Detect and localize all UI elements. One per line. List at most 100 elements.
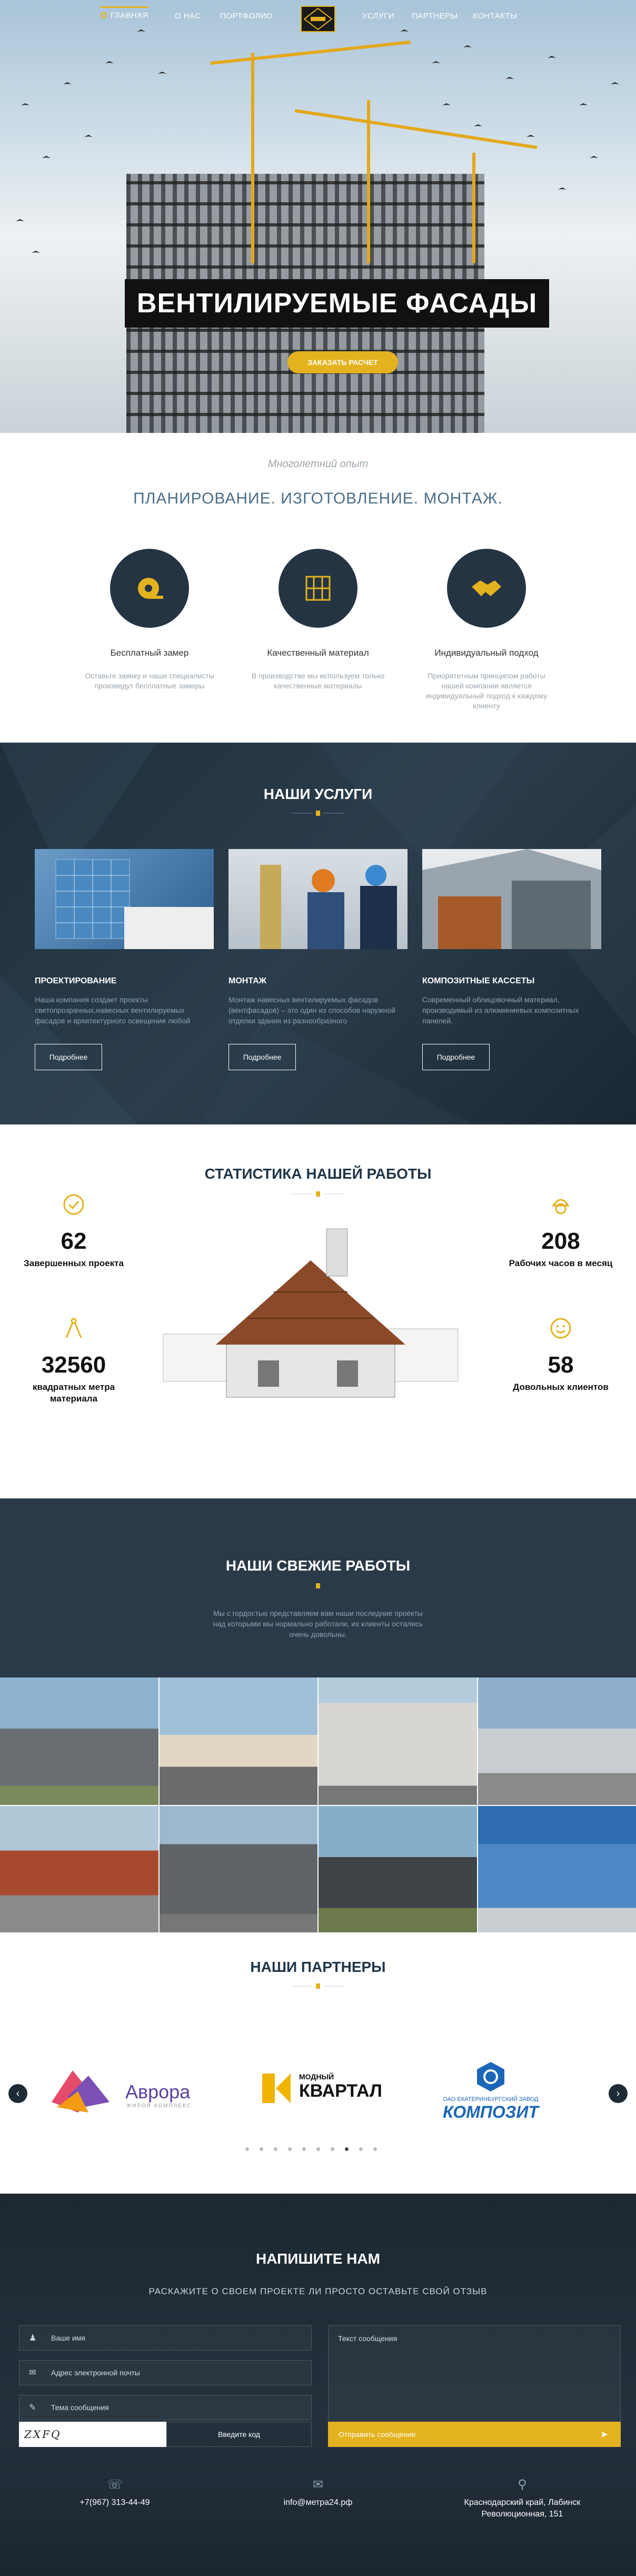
gallery-photo[interactable] bbox=[319, 1806, 477, 1933]
location-pin-icon: ⚲ bbox=[443, 2479, 601, 2491]
captcha-image: ZXFQ bbox=[19, 2422, 166, 2447]
divider-icon bbox=[292, 1190, 344, 1198]
features-subtitle: Многолетний опыт bbox=[0, 458, 636, 470]
service-card-design: ПРОЕКТИРОВАНИЕ Наша компания создает про… bbox=[35, 849, 214, 1070]
user-icon: ♟ bbox=[29, 2333, 36, 2343]
house-blueprint-illustration bbox=[153, 1208, 479, 1424]
service-desc: Монтаж навесных вентилируемых фасадов (в… bbox=[228, 994, 408, 1037]
top-nav: ✪ ГЛАВНАЯ О НАС ПОРТФОЛИО УСЛУГИ ПАРТНЕР… bbox=[0, 0, 636, 38]
subject-field[interactable]: ✎ Тема сообщения bbox=[19, 2395, 312, 2420]
services-section: НАШИ УСЛУГИ ПРОЕКТИРОВАНИЕ Наша компания… bbox=[0, 743, 636, 1124]
partner-logo-kompozit[interactable]: ОАО ЕКАТЕРИНБУРГСКИЙ ЗАВОД КОМПОЗИТ bbox=[428, 2061, 554, 2119]
carousel-dot[interactable] bbox=[288, 2147, 292, 2151]
gallery-photo[interactable] bbox=[0, 1677, 158, 1805]
carousel-dot[interactable] bbox=[331, 2147, 334, 2151]
order-calculation-button[interactable]: ЗАКАЗАТЬ РАСЧЕТ bbox=[287, 351, 398, 373]
contact-email: ✉ info@метра24.рф bbox=[239, 2479, 397, 2509]
works-description: Мы с гордостью представляем вам наши пос… bbox=[213, 1608, 423, 1640]
works-section: НАШИ СВЕЖИЕ РАБОТЫ Мы с гордостью предст… bbox=[0, 1498, 636, 1677]
works-title: НАШИ СВЕЖИЕ РАБОТЫ bbox=[0, 1557, 636, 1574]
check-circle-icon bbox=[62, 1193, 85, 1216]
carousel-dot[interactable] bbox=[373, 2147, 377, 2151]
stats-title: СТАТИСТИКА НАШЕЙ РАБОТЫ bbox=[0, 1166, 636, 1182]
nav-about[interactable]: О НАС bbox=[175, 12, 201, 21]
hero-title: ВЕНТИЛИРУЕМЫЕ ФАСАДЫ bbox=[125, 279, 549, 328]
carousel-dot[interactable] bbox=[359, 2147, 363, 2151]
gallery-photo[interactable] bbox=[478, 1677, 636, 1805]
partner-logo-kvartal[interactable]: МОДНЫЙ КВАРТАЛ bbox=[260, 2071, 392, 2114]
nav-services[interactable]: УСЛУГИ bbox=[362, 12, 394, 21]
next-arrow[interactable]: › bbox=[609, 2084, 628, 2103]
star-icon: ✪ bbox=[100, 11, 107, 21]
logo[interactable] bbox=[299, 4, 337, 34]
stat-clients: 58 Довольных клиентов bbox=[508, 1317, 613, 1393]
message-textarea[interactable]: Текст сообщения bbox=[328, 2325, 621, 2423]
kompozit-logo-icon bbox=[475, 2061, 506, 2093]
nav-contacts[interactable]: КОНТАКТЫ bbox=[473, 12, 518, 21]
stat-hours: 208 Рабочих часов в месяц bbox=[508, 1193, 613, 1269]
service-image bbox=[35, 849, 214, 949]
hero-section: ВЕНТИЛИРУЕМЫЕ ФАСАДЫ ЗАКАЗАТЬ РАСЧЕТ bbox=[0, 0, 636, 433]
mail-icon: ✉ bbox=[29, 2367, 36, 2378]
smile-icon bbox=[549, 1317, 572, 1340]
kvartal-logo-icon bbox=[260, 2071, 294, 2105]
gallery-photo[interactable] bbox=[319, 1677, 477, 1805]
more-button[interactable]: Подробнее bbox=[228, 1044, 296, 1070]
carousel-dot[interactable] bbox=[316, 2147, 320, 2151]
stats-section: СТАТИСТИКА НАШЕЙ РАБОТЫ 62 Завершенных п… bbox=[0, 1124, 636, 1498]
contact-section: НАПИШИТЕ НАМ РАСКАЖИТЕ О СВОЕМ ПРОЕКТЕ Л… bbox=[0, 2194, 636, 2576]
nav-partners[interactable]: ПАРТНЕРЫ bbox=[412, 12, 458, 21]
gallery-photo[interactable] bbox=[0, 1806, 158, 1933]
feature-individual-approach: Индивидуальный подход Приоритетным принц… bbox=[408, 549, 565, 711]
contact-address: ⚲ Краснодарский край, Лабинск Революцион… bbox=[443, 2479, 601, 2520]
partners-section: НАШИ ПАРТНЕРЫ ‹ › Аврора ЖИЛОЙ КОМПЛЕКС … bbox=[0, 1932, 636, 2194]
gallery-photo[interactable] bbox=[160, 1806, 318, 1933]
more-button[interactable]: Подробнее bbox=[35, 1044, 102, 1070]
stat-material: 32560 квадратных метра материала bbox=[21, 1317, 126, 1405]
cranes-illustration bbox=[190, 21, 569, 274]
service-title: ПРОЕКТИРОВАНИЕ bbox=[35, 976, 214, 986]
divider-icon bbox=[292, 1982, 344, 1990]
nav-home[interactable]: ✪ ГЛАВНАЯ bbox=[100, 6, 148, 22]
service-desc: Современный облицовочный материал, произ… bbox=[422, 994, 601, 1037]
partner-logo-avrora[interactable]: Аврора ЖИЛОЙ КОМПЛЕКС bbox=[46, 2065, 204, 2118]
carousel-dots bbox=[245, 2147, 377, 2151]
contact-subtitle: РАСКАЖИТЕ О СВОЕМ ПРОЕКТЕ ЛИ ПРОСТО ОСТА… bbox=[0, 2286, 636, 2297]
paper-plane-icon: ➤ bbox=[600, 2429, 608, 2440]
avrora-logo-icon bbox=[46, 2065, 115, 2118]
envelope-icon: ✉ bbox=[239, 2479, 397, 2491]
worker-icon bbox=[549, 1193, 572, 1216]
tape-measure-icon bbox=[134, 573, 165, 604]
captcha-code-field[interactable]: Введите код bbox=[166, 2422, 312, 2447]
carousel-dot[interactable] bbox=[274, 2147, 277, 2151]
nav-portfolio[interactable]: ПОРТФОЛИО bbox=[220, 12, 273, 21]
partners-title: НАШИ ПАРТНЕРЫ bbox=[0, 1959, 636, 1976]
service-image bbox=[422, 849, 601, 949]
divider-icon bbox=[292, 809, 344, 817]
gallery-photo[interactable] bbox=[160, 1677, 318, 1805]
feature-quality-material: Качественный материал В производстве мы … bbox=[239, 549, 397, 691]
services-title: НАШИ УСЛУГИ bbox=[0, 786, 636, 803]
contact-title: НАПИШИТЕ НАМ bbox=[0, 2251, 636, 2267]
more-button[interactable]: Подробнее bbox=[422, 1044, 490, 1070]
service-title: КОМПОЗИТНЫЕ КАССЕТЫ bbox=[422, 976, 601, 986]
prev-arrow[interactable]: ‹ bbox=[8, 2084, 27, 2103]
service-card-composite: КОМПОЗИТНЫЕ КАССЕТЫ Современный облицово… bbox=[422, 849, 601, 1070]
compass-icon bbox=[62, 1317, 85, 1340]
carousel-dot[interactable] bbox=[260, 2147, 263, 2151]
handshake-icon bbox=[470, 575, 503, 601]
works-gallery bbox=[0, 1677, 636, 1932]
carousel-dot-active[interactable] bbox=[345, 2147, 349, 2151]
material-panels-icon bbox=[302, 573, 334, 604]
gallery-photo[interactable] bbox=[478, 1806, 636, 1933]
email-field[interactable]: ✉ Адрес электронной почты bbox=[19, 2360, 312, 2385]
name-field[interactable]: ♟ Ваше имя bbox=[19, 2325, 312, 2351]
service-image bbox=[228, 849, 408, 949]
carousel-dot[interactable] bbox=[245, 2147, 249, 2151]
divider-icon bbox=[292, 1582, 344, 1590]
feature-free-measure: Бесплатный замер Оставьте заявку и наши … bbox=[71, 549, 228, 691]
carousel-dot[interactable] bbox=[302, 2147, 306, 2151]
send-message-button[interactable]: Отправить сообщение ➤ bbox=[328, 2422, 621, 2447]
features-section: Многолетний опыт ПЛАНИРОВАНИЕ. ИЗГОТОВЛЕ… bbox=[0, 433, 636, 743]
features-heading: ПЛАНИРОВАНИЕ. ИЗГОТОВЛЕНИЕ. МОНТАЖ. bbox=[0, 490, 636, 508]
